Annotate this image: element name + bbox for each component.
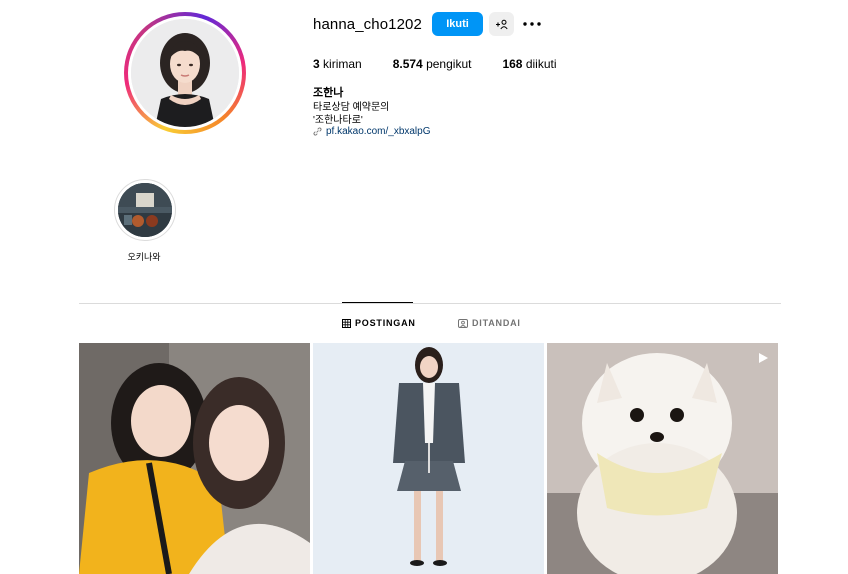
tab-tagged[interactable]: DITANDAI <box>458 318 521 328</box>
suggest-users-button[interactable] <box>489 12 514 36</box>
link-icon <box>313 127 322 136</box>
add-user-icon <box>496 19 508 29</box>
reel-icon <box>759 353 768 363</box>
profile-bio-line-2: '조한나타로' <box>313 115 363 126</box>
profile-stats: 3 kiriman 8.574 pengikut 168 diikuti <box>313 57 588 71</box>
posts-count: 3 kiriman <box>313 57 362 71</box>
post-3-image <box>547 343 778 574</box>
highlight-cover <box>118 183 172 237</box>
posts-count-value: 3 <box>313 57 320 71</box>
active-tab-indicator <box>342 302 413 303</box>
profile-external-link[interactable]: pf.kakao.com/_xbxalpG <box>313 126 431 137</box>
avatar <box>131 19 239 127</box>
followers-count-value: 8.574 <box>392 57 423 71</box>
more-options-button[interactable] <box>521 14 543 34</box>
tagged-icon <box>458 318 468 328</box>
tab-posts[interactable]: POSTINGAN <box>342 318 416 328</box>
more-horizontal-icon <box>523 22 541 26</box>
profile-avatar-ring[interactable] <box>124 12 246 134</box>
following-count-value: 168 <box>502 57 523 71</box>
highlight-label: 오키나와 <box>127 252 161 262</box>
avatar-border <box>128 16 242 130</box>
profile-username: hanna_cho1202 <box>313 16 422 33</box>
tab-tagged-label: DITANDAI <box>472 318 521 328</box>
highlight-cover-illustration <box>118 183 172 237</box>
post-thumbnail-2[interactable] <box>313 343 544 574</box>
follow-button[interactable]: Ikuti <box>432 12 483 36</box>
profile-link-text: pf.kakao.com/_xbxalpG <box>326 126 431 137</box>
followers-count-label: pengikut <box>426 57 472 71</box>
avatar-illustration <box>131 19 239 127</box>
story-highlight[interactable] <box>114 179 176 241</box>
grid-icon <box>342 318 351 328</box>
tabs-divider <box>79 303 781 304</box>
post-1-image <box>79 343 310 574</box>
following-count-label: diikuti <box>525 57 557 71</box>
post-2-image <box>313 343 544 574</box>
following-link[interactable]: 168 diikuti <box>502 57 556 71</box>
post-thumbnail-1[interactable] <box>79 343 310 574</box>
tab-posts-label: POSTINGAN <box>355 318 416 328</box>
followers-link[interactable]: 8.574 pengikut <box>393 57 472 71</box>
post-thumbnail-3[interactable] <box>547 343 778 574</box>
posts-count-label: kiriman <box>323 57 362 71</box>
